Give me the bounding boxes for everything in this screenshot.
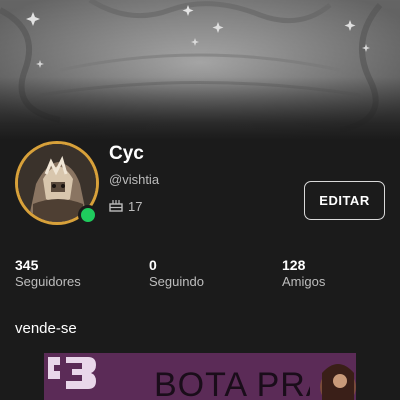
following-stat[interactable]: 0 Seguindo — [149, 257, 204, 289]
account-age: 17 — [128, 199, 143, 214]
followers-label: Seguidores — [15, 274, 81, 289]
cake-icon — [109, 200, 123, 212]
online-status-icon — [78, 205, 98, 225]
followers-stat[interactable]: 345 Seguidores — [15, 257, 81, 289]
edit-profile-button[interactable]: EDITAR — [304, 181, 385, 220]
username: @vishtia — [109, 172, 160, 187]
display-name: Cyc — [109, 143, 144, 164]
followers-count: 345 — [15, 257, 39, 273]
friends-label: Amigos — [282, 274, 326, 289]
promo-logo-graphic — [44, 353, 106, 400]
promo-image[interactable]: BOTA PRA — [44, 353, 356, 400]
promo-title: BOTA PRA — [154, 366, 330, 400]
promo-character-art — [310, 353, 356, 400]
profile-banner — [0, 0, 400, 140]
section-title: vende-se — [15, 320, 77, 337]
friends-stat[interactable]: 128 Amigos — [282, 257, 325, 289]
following-count: 0 — [149, 257, 157, 273]
banner-gradient-overlay — [0, 0, 400, 140]
following-label: Seguindo — [149, 274, 204, 289]
friends-count: 128 — [282, 257, 306, 273]
